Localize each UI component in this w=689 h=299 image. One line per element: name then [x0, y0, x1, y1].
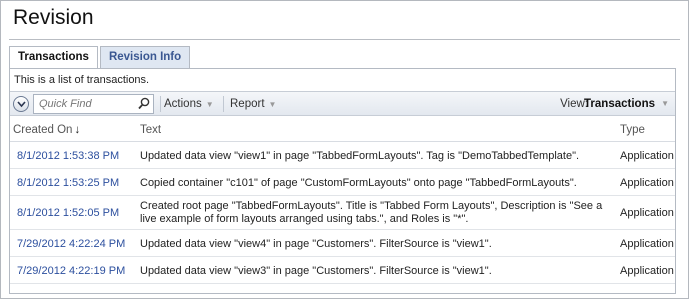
transaction-type: Application: [620, 150, 674, 162]
report-label: Report: [230, 98, 265, 110]
transaction-type: Application: [620, 177, 674, 189]
transaction-text: Updated data view "view1" in page "Tabbe…: [140, 150, 580, 162]
actions-label: Actions: [164, 98, 202, 110]
actions-menu[interactable]: Actions ▼: [164, 98, 214, 110]
created-on-link[interactable]: 8/1/2012 1:52:05 PM: [17, 207, 119, 219]
tab-panel: This is a list of transactions. Actions …: [9, 68, 676, 294]
window-frame: Revision Transactions Revision Info This…: [0, 0, 689, 299]
created-on-link[interactable]: 8/1/2012 1:53:25 PM: [17, 177, 119, 189]
created-on-link[interactable]: 7/29/2012 4:22:24 PM: [17, 238, 125, 250]
column-header-created-on[interactable]: Created On ↓: [13, 124, 80, 136]
view-menu-button[interactable]: [13, 96, 29, 112]
triangle-down-icon[interactable]: ▼: [661, 99, 669, 108]
transaction-type: Application: [620, 265, 674, 277]
created-on-link[interactable]: 8/1/2012 1:53:38 PM: [17, 150, 119, 162]
transaction-text: Updated data view "view3" in page "Custo…: [140, 265, 492, 277]
table-row[interactable]: 8/1/2012 1:53:38 PM Updated data view "v…: [10, 142, 675, 169]
page-title: Revision: [13, 6, 94, 29]
table-row[interactable]: 7/29/2012 4:22:19 PM Updated data view "…: [10, 257, 675, 284]
tab-revision-info[interactable]: Revision Info: [99, 46, 191, 68]
transactions-grid: Created On ↓ Text Type 8/1/2012 1:53:38 P…: [10, 117, 675, 284]
tab-strip: Transactions Revision Info: [9, 46, 192, 69]
panel-description: This is a list of transactions.: [14, 74, 150, 86]
transaction-type: Application: [620, 238, 674, 250]
column-header-text[interactable]: Text: [140, 124, 161, 136]
view-selector[interactable]: Transactions: [584, 98, 655, 110]
triangle-down-icon: ▼: [268, 99, 277, 109]
grid-toolbar: Actions ▼ Report ▼ View: Transactions ▼: [10, 91, 675, 116]
chevron-down-icon: [17, 101, 26, 108]
transaction-text: Created root page "TabbedFormLayouts". T…: [140, 200, 603, 225]
tab-transactions[interactable]: Transactions: [9, 46, 98, 69]
search-icon[interactable]: [138, 97, 150, 113]
column-header-type[interactable]: Type: [620, 124, 645, 136]
toolbar-separator: [223, 96, 224, 112]
grid-header: Created On ↓ Text Type: [10, 117, 675, 142]
title-divider: [9, 39, 680, 40]
created-on-link[interactable]: 7/29/2012 4:22:19 PM: [17, 265, 125, 277]
transaction-text: Updated data view "view4" in page "Custo…: [140, 238, 492, 250]
report-menu[interactable]: Report ▼: [230, 98, 276, 110]
transaction-type: Application: [620, 207, 674, 219]
toolbar-separator: [160, 96, 161, 112]
table-row[interactable]: 7/29/2012 4:22:24 PM Updated data view "…: [10, 230, 675, 257]
table-row[interactable]: 8/1/2012 1:52:05 PM Created root page "T…: [10, 196, 675, 230]
transaction-text: Copied container "c101" of page "CustomF…: [140, 177, 577, 189]
quick-find-input[interactable]: [33, 94, 154, 114]
table-row[interactable]: 8/1/2012 1:53:25 PM Copied container "c1…: [10, 169, 675, 196]
triangle-down-icon: ▼: [205, 99, 214, 109]
sort-down-arrow-icon: ↓: [74, 124, 81, 136]
